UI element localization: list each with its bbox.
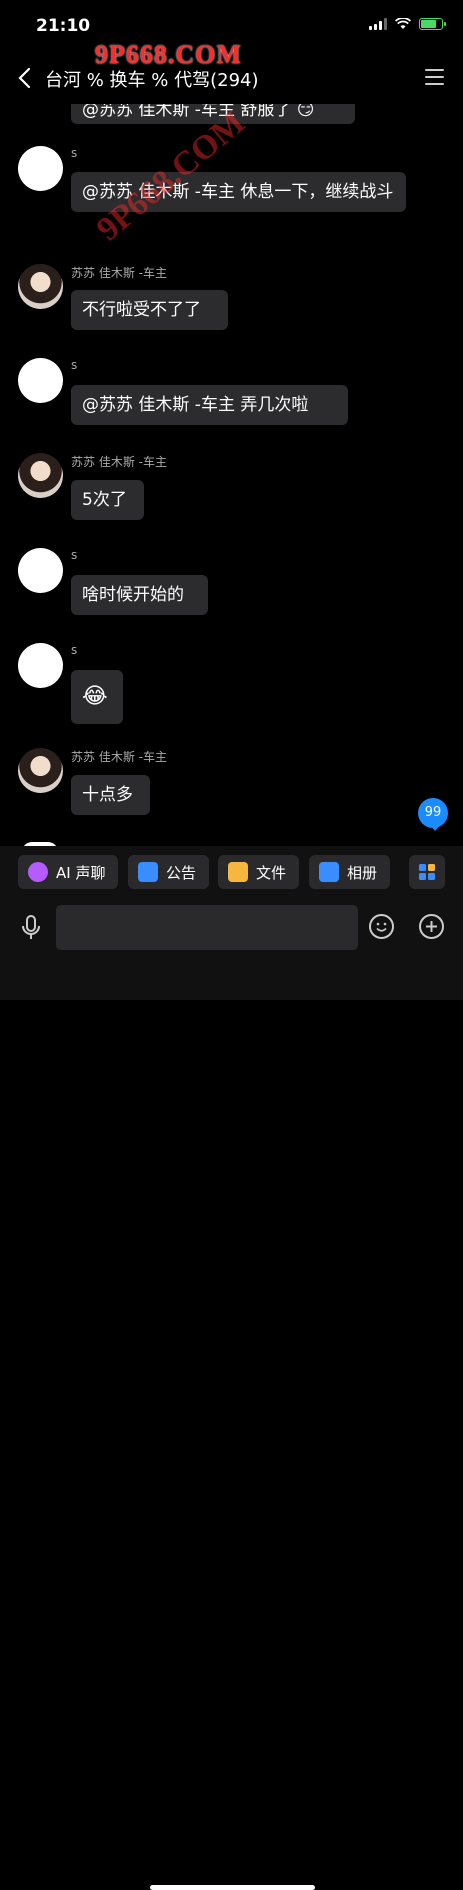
message-bubble[interactable]: 十点多	[71, 775, 150, 815]
watermark: 9P668.COM	[95, 40, 242, 69]
input-bar	[0, 900, 463, 1890]
more-apps-button[interactable]	[409, 855, 445, 889]
sender-name: s	[71, 358, 78, 372]
menu-icon[interactable]	[425, 69, 444, 85]
avatar[interactable]	[18, 264, 63, 309]
chat-toolbar: AI 声聊 公告 文件 相册	[0, 846, 463, 900]
sender-name: 苏苏 佳木斯 -车主	[71, 266, 167, 280]
sender-name: 苏苏 佳木斯 -车主	[71, 750, 167, 764]
announcement-button[interactable]: 公告	[128, 855, 209, 889]
ai-voice-icon	[28, 862, 48, 882]
avatar[interactable]	[18, 748, 63, 793]
cellular-signal-icon	[369, 18, 387, 30]
avatar[interactable]	[18, 548, 63, 593]
photo-album-button[interactable]: 相册	[309, 855, 390, 889]
microphone-icon[interactable]	[21, 915, 41, 941]
sender-name: s	[71, 548, 78, 562]
message-list[interactable]: @苏苏 佳木斯 -车主 舒服了 😏 s @苏苏 佳木斯 -车主 休息一下，继续战…	[0, 104, 463, 846]
message-bubble[interactable]: @苏苏 佳木斯 -车主 弄几次啦	[71, 385, 348, 425]
battery-icon	[419, 18, 446, 30]
status-icons	[369, 18, 446, 30]
folder-icon	[228, 862, 248, 882]
avatar[interactable]	[18, 453, 63, 498]
file-button[interactable]: 文件	[218, 855, 299, 889]
message-bubble[interactable]: 不行啦受不了了	[71, 290, 228, 330]
home-indicator	[150, 1885, 315, 1890]
sender-name: s	[71, 146, 78, 160]
avatar[interactable]	[18, 643, 63, 688]
ai-voice-button[interactable]: AI 声聊	[18, 855, 118, 889]
message-bubble[interactable]: 😂	[71, 670, 123, 724]
unread-count-badge[interactable]: 99	[418, 798, 448, 831]
sender-name: 苏苏 佳木斯 -车主	[71, 455, 167, 469]
plus-icon[interactable]	[419, 914, 444, 939]
announcement-icon	[138, 862, 158, 882]
grid-apps-icon	[419, 864, 435, 880]
sender-name: s	[71, 643, 78, 657]
message-bubble[interactable]: 5次了	[71, 480, 144, 520]
photo-album-icon	[319, 862, 339, 882]
wifi-icon	[395, 18, 411, 29]
avatar[interactable]	[18, 358, 63, 403]
message-input[interactable]	[56, 905, 358, 950]
message-bubble[interactable]: 啥时候开始的	[71, 575, 208, 615]
avatar[interactable]	[18, 146, 63, 191]
emoji-icon[interactable]	[369, 914, 394, 939]
status-time: 21:10	[36, 16, 91, 36]
back-icon[interactable]	[14, 66, 36, 90]
